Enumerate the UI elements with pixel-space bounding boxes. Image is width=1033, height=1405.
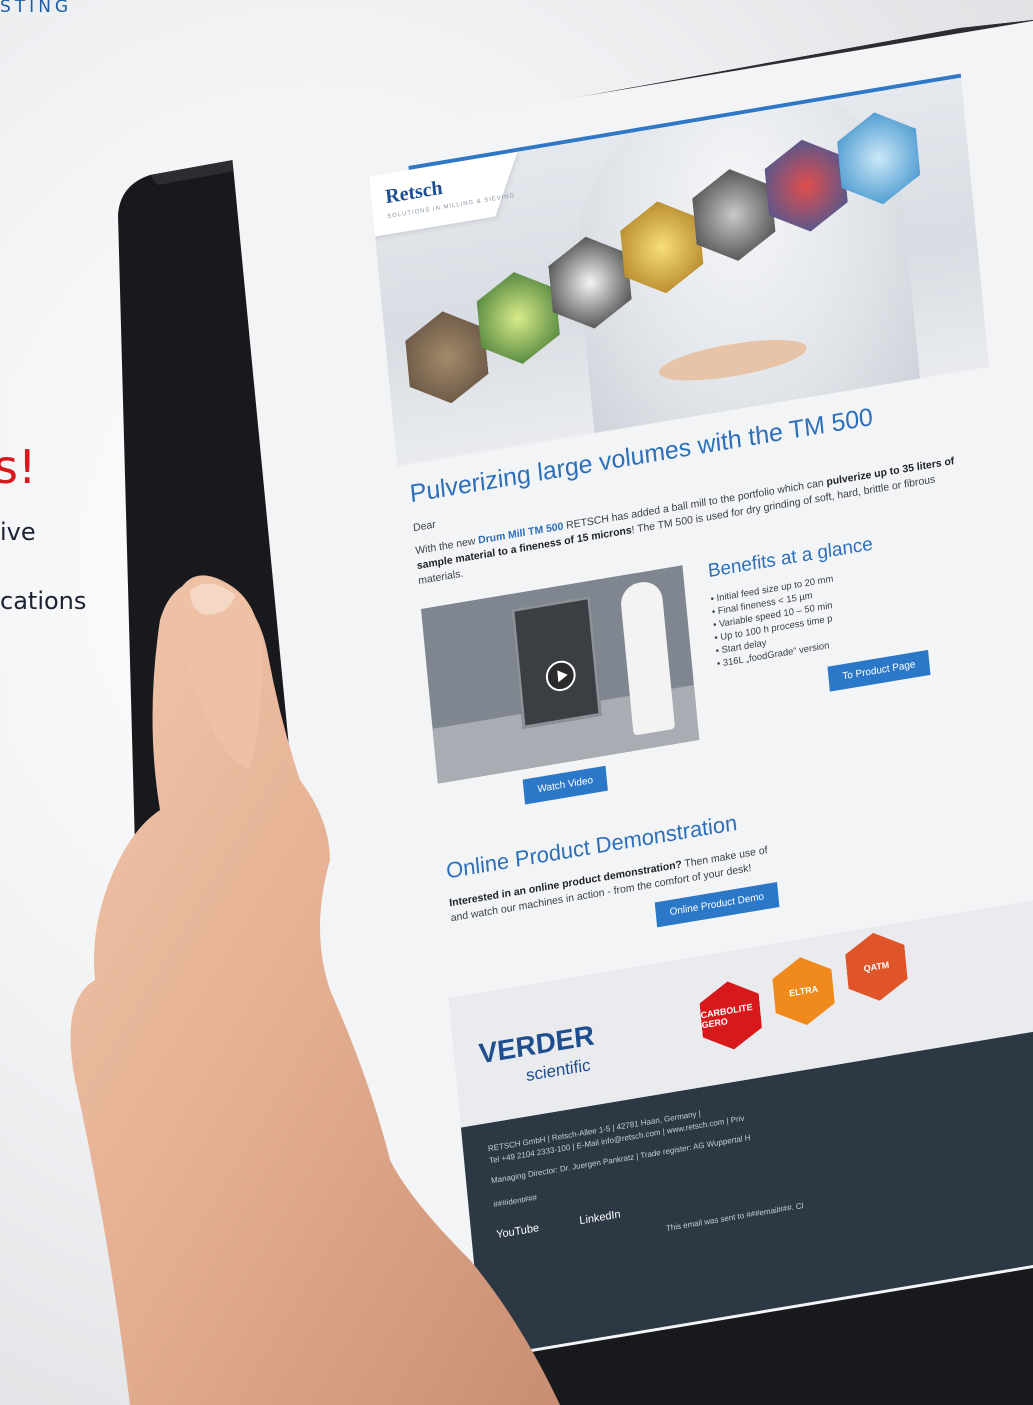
product-video[interactable] (421, 565, 700, 784)
page-text-line-2: cations (0, 587, 87, 615)
tablet-screen: Retsch SOLUTIONS IN MILLING & SIEVING Pu… (232, 13, 1033, 1383)
qatm-logo[interactable]: QATM (844, 928, 910, 1006)
thumb (175, 575, 262, 770)
linkedin-icon[interactable]: LinkedIn (579, 1208, 621, 1227)
eltra-logo[interactable]: ELTRA (771, 952, 837, 1030)
page-top-label: STING (0, 0, 73, 17)
product-page-button[interactable]: To Product Page (827, 649, 931, 692)
page-text-line-1: ive (0, 518, 36, 546)
carbolite-logo[interactable]: CARBOLITE GERO (698, 977, 764, 1055)
hexagon-tree (474, 265, 562, 370)
benefits-block: Benefits at a glance Initial feed size u… (707, 526, 933, 736)
email-newsletter: Retsch SOLUTIONS IN MILLING & SIEVING Pu… (369, 73, 1033, 1358)
watch-video-button[interactable]: Watch Video (522, 765, 609, 805)
youtube-icon[interactable]: YouTube (496, 1222, 540, 1241)
hexagon-pebbles (403, 305, 491, 410)
page-headline: s! (0, 440, 37, 494)
